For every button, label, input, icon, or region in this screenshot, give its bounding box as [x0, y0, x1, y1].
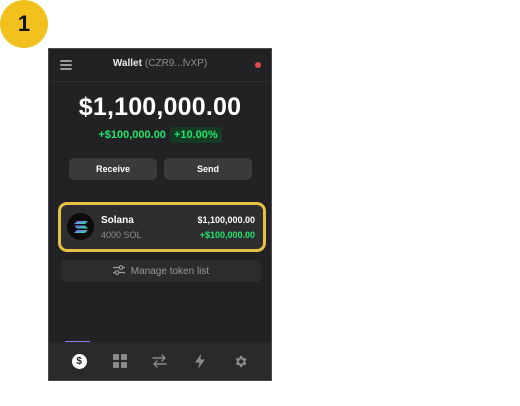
manage-token-list-label: Manage token list	[130, 265, 210, 277]
balance-change-usd: +$100,000.00	[98, 129, 166, 141]
wallet-address: (CZR9...fvXP)	[144, 58, 208, 69]
wallet-window: Wallet (CZR9...fvXP) $1,100,000.00 +$100,…	[48, 48, 272, 381]
settings-gear-icon[interactable]	[232, 352, 250, 370]
send-button[interactable]: Send	[164, 158, 252, 180]
top-bar: Wallet (CZR9...fvXP)	[49, 49, 271, 82]
wallet-title-label: Wallet	[112, 58, 142, 69]
solana-logo-icon	[67, 213, 94, 240]
balance-change-row: +$100,000.00 +10.00%	[49, 127, 271, 143]
swap-arrows-icon[interactable]	[151, 352, 169, 370]
balance-change-percent: +10.00%	[169, 127, 222, 143]
wallet-title[interactable]: Wallet (CZR9...fvXP)	[49, 58, 271, 69]
token-name: Solana	[101, 215, 134, 226]
token-amount: 4000 SOL	[101, 230, 142, 240]
token-row-solana[interactable]: Solana 4000 SOL $1,100,000.00 +$100,000.…	[58, 202, 266, 252]
connection-status-dot	[255, 62, 261, 68]
token-value: $1,100,000.00	[197, 215, 255, 225]
balance-coin-icon[interactable]: $	[70, 352, 88, 370]
step-badge: 1	[0, 0, 48, 48]
sliders-icon	[112, 264, 125, 278]
activity-bolt-icon[interactable]	[191, 352, 209, 370]
bottom-navigation: $	[49, 342, 271, 380]
total-balance: $1,100,000.00	[78, 93, 242, 121]
collectibles-grid-icon[interactable]	[111, 352, 129, 370]
token-change: +$100,000.00	[199, 230, 255, 240]
manage-token-list-button[interactable]: Manage token list	[61, 260, 261, 282]
receive-button[interactable]: Receive	[69, 158, 157, 180]
